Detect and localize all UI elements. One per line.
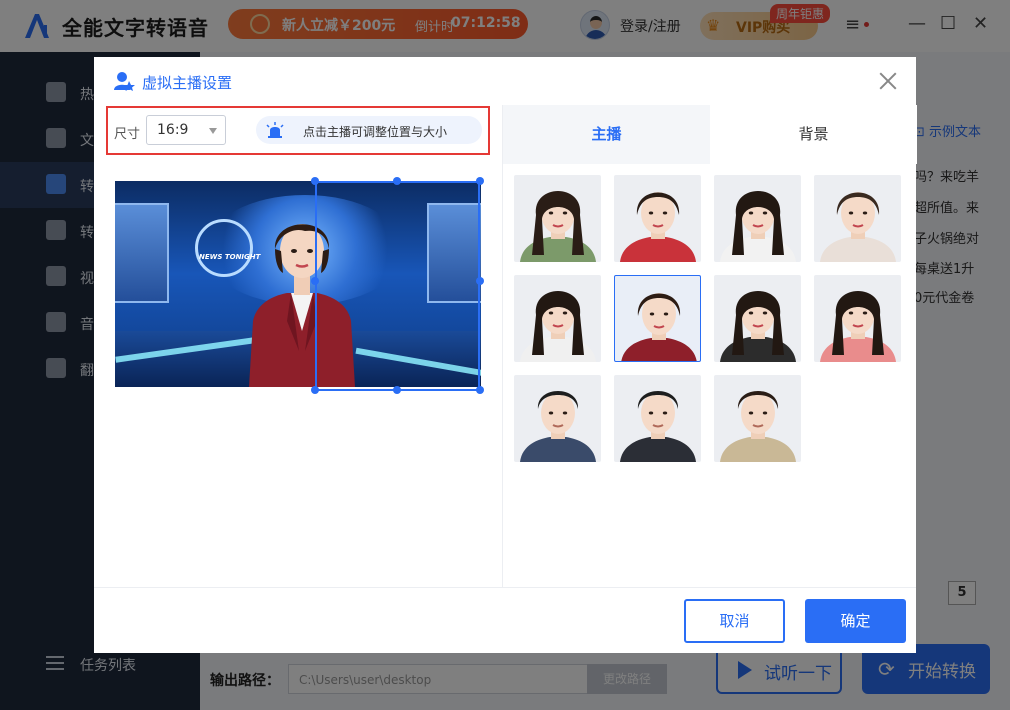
anchor-thumbnail[interactable] [514,275,601,362]
anchor-thumbnail-selected[interactable] [614,275,701,362]
size-select-value: 16:9 [157,122,189,138]
anchor-thumbnail[interactable] [714,275,801,362]
resize-handle-top-left[interactable] [311,177,319,185]
size-label: 尺寸 [114,127,141,142]
dialog-title: 虚拟主播设置 [142,74,233,92]
confirm-button[interactable]: 确定 [805,599,906,643]
resize-handle-top-right[interactable] [476,177,484,185]
anchor-portrait [520,291,596,362]
anchor-portrait [620,391,696,462]
resize-handle-bottom-left[interactable] [311,386,319,394]
anchor-thumbnail[interactable] [814,275,901,362]
resize-handle-bottom-right[interactable] [476,386,484,394]
panel-tabs: 主播 背景 [503,105,917,164]
studio-panel [115,203,169,303]
resize-handle-left[interactable] [311,277,319,285]
dialog-close-icon[interactable] [878,71,898,91]
anchor-user-icon [114,72,135,91]
anchor-portrait [720,291,796,362]
anchor-thumbnail[interactable] [814,175,901,262]
hint-text: 点击主播可调整位置与大小 [303,125,448,139]
anchor-portrait [820,291,896,362]
anchor-portrait [621,293,697,361]
studio-ring [195,219,253,277]
anchor-selection-box[interactable] [315,181,480,391]
anchor-portrait [720,191,796,262]
chevron-down-icon [209,128,217,134]
anchor-portrait [720,391,796,462]
anchor-thumbnail[interactable] [514,375,601,462]
cancel-button[interactable]: 取消 [684,599,785,643]
anchor-portrait [620,192,696,262]
anchor-thumbnail[interactable] [714,375,801,462]
anchor-thumbnail[interactable] [614,175,701,262]
anchor-thumbnail[interactable] [614,375,701,462]
resize-handle-right[interactable] [476,277,484,285]
anchor-portrait [520,391,596,462]
virtual-anchor-dialog: 虚拟主播设置 尺寸 16:9 点击主播可调整位置与大小 NEWS TONIGHT [94,57,917,653]
tab-anchor[interactable]: 主播 [503,105,710,164]
alarm-light-icon [266,122,284,138]
anchor-portrait [520,191,596,262]
anchor-portrait [820,192,896,262]
anchor-thumbnail[interactable] [514,175,601,262]
anchor-panel: 主播 背景 [502,105,917,587]
hint-pill: 点击主播可调整位置与大小 [256,116,482,144]
size-select[interactable]: 16:9 [146,115,226,145]
resize-handle-top[interactable] [393,177,401,185]
tab-background[interactable]: 背景 [710,105,917,164]
anchor-thumbnail[interactable] [714,175,801,262]
footer-divider [94,587,916,588]
dialog-header: 虚拟主播设置 [94,57,916,105]
resize-handle-bottom[interactable] [393,386,401,394]
